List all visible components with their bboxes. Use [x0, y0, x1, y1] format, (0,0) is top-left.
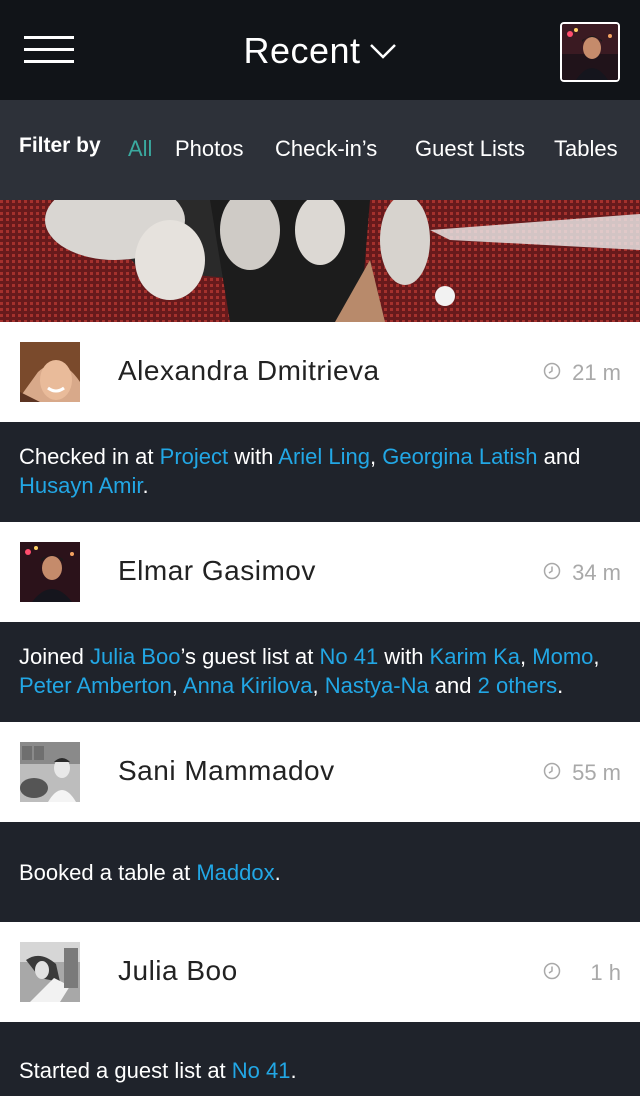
- activity-text-segment: ,: [171, 673, 183, 698]
- activity-text-segment: ,: [369, 444, 383, 469]
- avatar[interactable]: [20, 542, 80, 602]
- activity-text-segment: .: [142, 473, 149, 498]
- activity-link[interactable]: Ariel Ling: [278, 444, 370, 469]
- clock-icon: [543, 562, 561, 580]
- clock-icon: [543, 362, 561, 380]
- activity-link[interactable]: Nastya-Na: [325, 673, 429, 698]
- activity-text-segment: ,: [312, 673, 325, 698]
- feed-item-header[interactable]: Elmar Gasimov 34 m: [0, 522, 640, 622]
- filter-tab-guest-lists[interactable]: Guest Lists: [415, 136, 525, 162]
- activity-text-segment: with: [378, 644, 430, 669]
- feed-item-body: Checked in at Project with Ariel Ling, G…: [0, 422, 640, 522]
- user-name[interactable]: Julia Boo: [118, 955, 238, 987]
- activity-link[interactable]: 2 others: [478, 673, 558, 698]
- activity-link[interactable]: Husayn Amir: [19, 473, 143, 498]
- clock-icon: [543, 762, 561, 780]
- timestamp: 34 m: [572, 560, 621, 585]
- page-title: Recent: [243, 30, 361, 71]
- activity-text-segment: and: [428, 673, 478, 698]
- activity-link[interactable]: Momo: [532, 644, 593, 669]
- activity-link[interactable]: Peter Amberton: [19, 673, 172, 698]
- filter-tab-photos[interactable]: Photos: [175, 136, 244, 162]
- feed-item-header[interactable]: Sani Mammadov 55 m: [0, 722, 640, 822]
- activity-text-segment: .: [557, 673, 564, 698]
- feed-item-header[interactable]: Alexandra Dmitrieva 21 m: [0, 322, 640, 422]
- feed-item-body: Started a guest list at No 41.: [0, 1022, 640, 1096]
- feed-item-body: Booked a table at Maddox.: [0, 822, 640, 922]
- activity-text: Checked in at Project with Ariel Ling, G…: [19, 442, 621, 500]
- filter-tab-all[interactable]: All: [128, 136, 152, 162]
- clock-icon: [543, 962, 561, 980]
- activity-text-segment: Checked in at: [19, 444, 160, 469]
- activity-link[interactable]: No 41: [319, 644, 378, 669]
- user-name[interactable]: Elmar Gasimov: [118, 555, 316, 587]
- activity-text-segment: with: [228, 444, 279, 469]
- feed-item-header[interactable]: Julia Boo 1 h: [0, 922, 640, 1022]
- timestamp: 55 m: [572, 760, 621, 785]
- activity-text-segment: .: [274, 860, 281, 885]
- user-name[interactable]: Sani Mammadov: [118, 755, 335, 787]
- timestamp: 21 m: [572, 360, 621, 385]
- activity-text: Started a guest list at No 41.: [19, 1056, 621, 1085]
- activity-text-segment: Joined: [19, 644, 90, 669]
- activity-text-segment: ,: [520, 644, 533, 669]
- activity-link[interactable]: Project: [160, 444, 228, 469]
- feed-item-body: Joined Julia Boo’s guest list at No 41 w…: [0, 622, 640, 722]
- activity-text: Joined Julia Boo’s guest list at No 41 w…: [19, 642, 621, 700]
- timestamp: 1 h: [590, 960, 621, 985]
- activity-link[interactable]: Anna Kirilova: [183, 673, 313, 698]
- activity-link[interactable]: No 41: [232, 1058, 291, 1083]
- avatar[interactable]: [20, 742, 80, 802]
- user-name[interactable]: Alexandra Dmitrieva: [118, 355, 380, 387]
- chevron-down-icon: [369, 44, 396, 60]
- avatar[interactable]: [20, 942, 80, 1002]
- activity-text-segment: Started a guest list at: [19, 1058, 232, 1083]
- activity-link[interactable]: Maddox: [196, 860, 274, 885]
- activity-link[interactable]: Georgina Latish: [382, 444, 537, 469]
- activity-text-segment: .: [290, 1058, 297, 1083]
- activity-text: Booked a table at Maddox.: [19, 858, 621, 887]
- activity-link[interactable]: Julia Boo: [90, 644, 181, 669]
- avatar[interactable]: [20, 342, 80, 402]
- filter-tab-checkins[interactable]: Check-in’s: [275, 136, 377, 162]
- activity-link[interactable]: Karim Ka: [430, 644, 520, 669]
- filter-tab-tables[interactable]: Tables: [554, 136, 618, 162]
- activity-text-segment: ’s guest list at: [180, 644, 320, 669]
- filter-label: Filter by: [19, 134, 101, 157]
- activity-text-segment: and: [537, 444, 581, 469]
- hero-photo[interactable]: [0, 200, 640, 322]
- recent-dropdown[interactable]: Recent: [0, 26, 640, 76]
- profile-avatar[interactable]: [560, 22, 620, 82]
- activity-text-segment: Booked a table at: [19, 860, 197, 885]
- activity-text-segment: ,: [593, 644, 600, 669]
